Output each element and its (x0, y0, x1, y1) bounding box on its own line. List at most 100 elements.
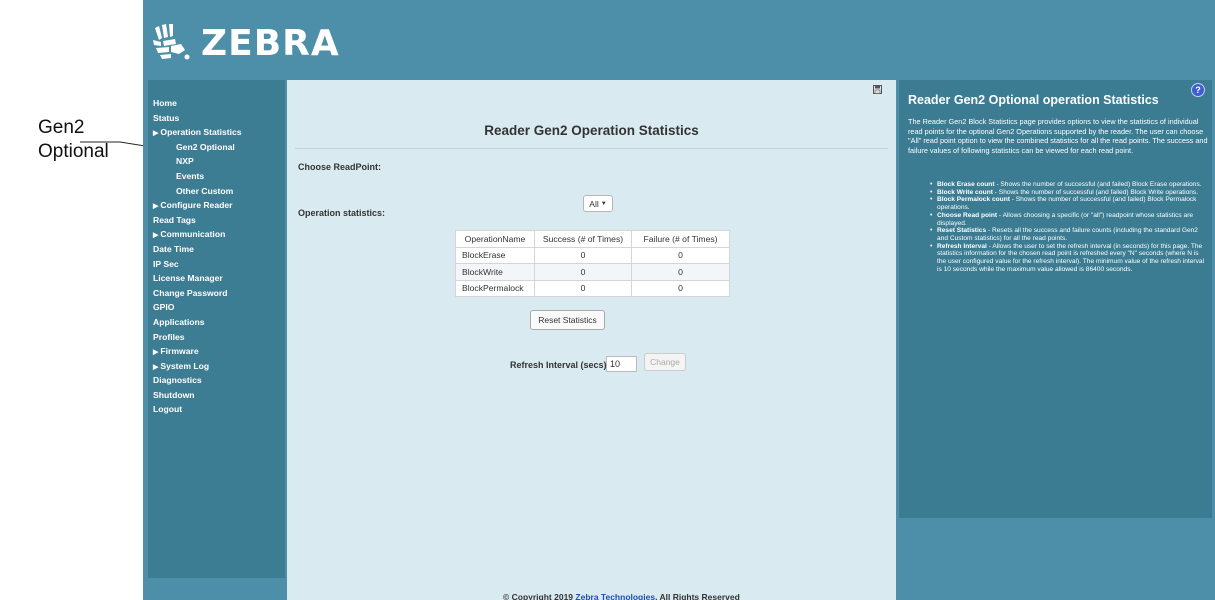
sidebar-item-date-time[interactable]: Date Time (148, 242, 285, 257)
column-header: OperationName (455, 230, 535, 248)
help-list-item: Reset Statistics - Resets all the succes… (930, 227, 1207, 242)
sidebar-item-label: Communication (160, 229, 226, 240)
help-list-item: Refresh Interval - Allows the user to se… (930, 242, 1207, 274)
table-cell: 0 (534, 246, 632, 264)
help-panel: ? Reader Gen2 Optional operation Statist… (899, 80, 1212, 518)
sidebar-item-other-custom[interactable]: Other Custom (148, 184, 285, 199)
column-header: Success (# of Times) (534, 230, 632, 248)
table-cell: 0 (631, 246, 730, 264)
chevron-right-icon: ▶ (153, 232, 159, 240)
sidebar-item-communication[interactable]: ▶ Communication (148, 227, 285, 242)
refresh-interval-input[interactable]: 10 (606, 356, 637, 372)
sidebar-item-ip-sec[interactable]: IP Sec (148, 257, 285, 272)
sidebar-item-configure-reader[interactable]: ▶ Configure Reader (148, 198, 285, 213)
brand-name: ZEBRA (201, 22, 340, 64)
sidebar-item-gen2-optional[interactable]: Gen2 Optional (148, 140, 285, 155)
sidebar-item-label: Home (153, 98, 177, 108)
sidebar-item-label: Change Password (153, 287, 228, 298)
help-title: Reader Gen2 Optional operation Statistic… (908, 93, 1159, 107)
help-term: Reset Statistics (937, 227, 987, 235)
help-description: - Shows the number of successful (and fa… (994, 181, 1202, 188)
sidebar-item-shutdown[interactable]: Shutdown (148, 388, 285, 403)
operation-statistics-label: Operation statistics: (298, 208, 386, 218)
page-title: Reader Gen2 Operation Statistics (484, 123, 699, 138)
footer-suffix: , All Rights Reserved (655, 592, 740, 600)
table-cell: BlockErase (455, 246, 535, 264)
help-description: - Shows the number of successful (and fa… (992, 188, 1199, 196)
sidebar-item-change-password[interactable]: Change Password (148, 286, 285, 301)
table-cell: 0 (631, 279, 730, 297)
table-cell: 0 (534, 263, 632, 281)
sidebar-item-status[interactable]: Status (148, 111, 285, 126)
title-divider (295, 148, 888, 149)
sidebar-item-label: IP Sec (153, 258, 179, 269)
readpoint-select[interactable]: All ▼ (583, 195, 613, 212)
help-list-item: Block Write count - Shows the number of … (930, 188, 1207, 197)
sidebar-item-read-tags[interactable]: Read Tags (148, 213, 285, 228)
sidebar-item-home[interactable]: Home (148, 96, 285, 111)
sidebar-item-label: GPIO (153, 302, 175, 313)
footer-copyright: © Copyright 2019 Zebra Technologies, All… (503, 592, 740, 600)
sidebar-item-applications[interactable]: Applications (148, 315, 285, 330)
table-cell: BlockWrite (455, 263, 535, 281)
operation-statistics-table: OperationName Success (# of Times) Failu… (455, 230, 730, 297)
help-term: Block Erase count (937, 181, 995, 188)
sidebar-item-license-manager[interactable]: License Manager (148, 271, 285, 286)
footer-prefix: © Copyright 2019 (503, 592, 576, 600)
table-cell: 0 (534, 279, 632, 297)
sidebar-item-label: Profiles (153, 331, 185, 342)
table-cell: BlockPermalock (455, 279, 535, 297)
sidebar-item-system-log[interactable]: ▶ System Log (148, 359, 285, 374)
sidebar-item-label: Shutdown (153, 389, 195, 400)
sidebar-item-profiles[interactable]: Profiles (148, 330, 285, 345)
sidebar-item-label: NXP (176, 156, 194, 167)
help-intro: The Reader Gen2 Block Statistics page pr… (908, 117, 1208, 155)
table-cell: 0 (631, 263, 730, 281)
sidebar-nav: Home Status ▶ Operation Statistics Gen2 Opti… (148, 80, 285, 417)
sidebar-item-label: Logout (153, 404, 183, 415)
app-window: ZEBRA Home Status ▶ Operation Statistics Gen… (143, 0, 1215, 600)
column-header: Failure (# of Times) (631, 230, 730, 248)
help-list-item: Block Erase count - Shows the number of … (930, 181, 1207, 189)
main-content: Reader Gen2 Operation Statistics Choose … (287, 80, 896, 600)
sidebar-item-label: System Log (160, 360, 210, 371)
sidebar-item-label: Firmware (160, 346, 199, 357)
chevron-down-icon: ▼ (600, 200, 607, 207)
help-term: Refresh Interval (937, 242, 987, 250)
sidebar-item-label: Gen2 Optional (176, 141, 235, 152)
table-row: BlockPermalock 0 0 (455, 279, 730, 297)
sidebar-item-label: Operation Statistics (160, 127, 242, 138)
sidebar-item-label: Date Time (153, 243, 194, 254)
sidebar-item-label: Events (176, 170, 205, 181)
help-list-item: Block Permalock count - Shows the number… (930, 196, 1207, 211)
reset-statistics-button[interactable]: Reset Statistics (530, 310, 605, 330)
sidebar-item-events[interactable]: Events (148, 169, 285, 184)
table-row: BlockErase 0 0 (455, 246, 730, 264)
help-term: Choose Read point (937, 211, 998, 219)
sidebar-item-label: Status (153, 112, 180, 123)
footer-link[interactable]: Zebra Technologies (575, 592, 655, 600)
chevron-right-icon: ▶ (153, 349, 159, 357)
screenshot-canvas: Gen2 Optional ZEBRA Home Status ▶ Operat… (0, 0, 1215, 600)
sidebar-item-firmware[interactable]: ▶ Firmware (148, 344, 285, 359)
help-icon[interactable]: ? (1191, 83, 1205, 97)
refresh-interval-label: Refresh Interval (secs): (510, 360, 610, 370)
chevron-right-icon: ▶ (153, 130, 159, 138)
help-term: Block Write count (937, 188, 993, 196)
sidebar-item-nxp[interactable]: NXP (148, 154, 285, 169)
change-button[interactable]: Change (644, 353, 686, 371)
sidebar-item-label: Other Custom (176, 185, 234, 196)
chevron-right-icon: ▶ (153, 203, 159, 211)
sidebar-item-gpio[interactable]: GPIO (148, 300, 285, 315)
save-icon[interactable] (873, 85, 882, 94)
table-header-row: OperationName Success (# of Times) Failu… (455, 230, 730, 248)
choose-readpoint-label: Choose ReadPoint: (298, 162, 382, 172)
table-row: BlockWrite 0 0 (455, 263, 730, 281)
sidebar-item-logout[interactable]: Logout (148, 402, 285, 417)
sidebar-item-operation-statistics[interactable]: ▶ Operation Statistics (148, 125, 285, 140)
zebra-logo[interactable]: ZEBRA (143, 18, 340, 68)
sidebar-item-diagnostics[interactable]: Diagnostics (148, 373, 285, 388)
sidebar-item-label: Configure Reader (160, 200, 233, 211)
readpoint-select-value: All (589, 198, 599, 209)
zebra-head-icon (153, 24, 190, 60)
